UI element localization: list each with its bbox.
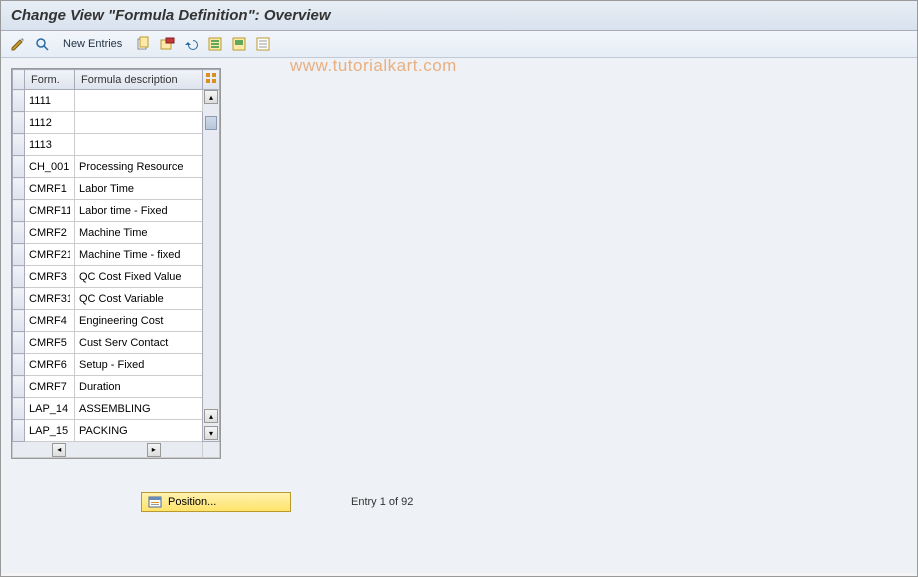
form-input[interactable] — [25, 288, 74, 309]
row-selector[interactable] — [13, 90, 25, 112]
form-input[interactable] — [25, 376, 74, 397]
table-row — [13, 178, 220, 200]
page-title: Change View "Formula Definition": Overvi… — [11, 7, 907, 24]
form-input[interactable] — [25, 178, 74, 199]
row-selector[interactable] — [13, 244, 25, 266]
row-selector[interactable] — [13, 332, 25, 354]
title-bar: Change View "Formula Definition": Overvi… — [1, 1, 917, 31]
table-settings-icon[interactable] — [203, 70, 220, 90]
row-selector[interactable] — [13, 200, 25, 222]
form-input[interactable] — [25, 398, 74, 419]
scroll-right-button[interactable]: ▸ — [147, 443, 161, 457]
position-button[interactable]: Position... — [141, 492, 291, 512]
table-row: ▴▴▾ — [13, 90, 220, 112]
table-row — [13, 200, 220, 222]
form-input[interactable] — [25, 156, 74, 177]
form-input[interactable] — [25, 310, 74, 331]
scroll-thumb[interactable] — [205, 116, 217, 130]
form-input[interactable] — [25, 200, 74, 221]
entry-counter: Entry 1 of 92 — [351, 496, 413, 508]
scroll-left-button[interactable]: ◂ — [52, 443, 66, 457]
scroll-down-button[interactable]: ▾ — [204, 426, 218, 440]
description-input[interactable] — [75, 134, 202, 155]
form-input[interactable] — [25, 112, 74, 133]
select-block-icon[interactable] — [230, 35, 248, 53]
row-selector[interactable] — [13, 178, 25, 200]
deselect-all-icon[interactable] — [254, 35, 272, 53]
row-selector[interactable] — [13, 222, 25, 244]
form-input[interactable] — [25, 90, 74, 111]
description-input[interactable] — [75, 266, 202, 287]
description-input[interactable] — [75, 244, 202, 265]
table-row — [13, 332, 220, 354]
vertical-scrollbar: ▴ ▴ ▾ — [203, 90, 220, 442]
table-row — [13, 244, 220, 266]
description-input[interactable] — [75, 178, 202, 199]
form-input[interactable] — [25, 134, 74, 155]
select-all-icon[interactable] — [206, 35, 224, 53]
details-icon[interactable] — [33, 35, 51, 53]
position-icon — [148, 495, 162, 509]
table-row — [13, 134, 220, 156]
horizontal-scrollbar: ◂ ▸ — [13, 442, 220, 458]
description-input[interactable] — [75, 222, 202, 243]
select-all-header[interactable] — [13, 70, 25, 90]
scroll-up-button[interactable]: ▴ — [204, 90, 218, 104]
description-input[interactable] — [75, 112, 202, 133]
formula-table: Form. Formula description ▴ ▴ ▾ ◂ ▸ — [12, 69, 220, 458]
description-input[interactable] — [75, 420, 202, 441]
table-row — [13, 420, 220, 442]
table-row — [13, 354, 220, 376]
table-row — [13, 266, 220, 288]
table-row — [13, 156, 220, 178]
form-input[interactable] — [25, 332, 74, 353]
form-input[interactable] — [25, 244, 74, 265]
new-entries-button[interactable]: New Entries — [57, 36, 128, 52]
row-selector[interactable] — [13, 376, 25, 398]
scroll-up2-button[interactable]: ▴ — [204, 409, 218, 423]
form-input[interactable] — [25, 420, 74, 441]
footer-row: Position... Entry 1 of 92 — [11, 492, 907, 512]
row-selector[interactable] — [13, 134, 25, 156]
form-input[interactable] — [25, 222, 74, 243]
table-row — [13, 376, 220, 398]
form-input[interactable] — [25, 354, 74, 375]
table-row — [13, 222, 220, 244]
row-selector[interactable] — [13, 398, 25, 420]
position-button-label: Position... — [168, 496, 216, 508]
copy-as-icon[interactable] — [134, 35, 152, 53]
undo-icon[interactable] — [182, 35, 200, 53]
description-input[interactable] — [75, 200, 202, 221]
delete-icon[interactable] — [158, 35, 176, 53]
table-row — [13, 310, 220, 332]
description-input[interactable] — [75, 310, 202, 331]
row-selector[interactable] — [13, 266, 25, 288]
formula-table-container: Form. Formula description ▴ ▴ ▾ ◂ ▸ — [11, 68, 221, 459]
column-header-form[interactable]: Form. — [25, 70, 75, 90]
row-selector[interactable] — [13, 310, 25, 332]
row-selector[interactable] — [13, 156, 25, 178]
toolbar: New Entries — [1, 31, 917, 58]
description-input[interactable] — [75, 288, 202, 309]
table-row — [13, 288, 220, 310]
row-selector[interactable] — [13, 420, 25, 442]
description-input[interactable] — [75, 398, 202, 419]
description-input[interactable] — [75, 332, 202, 353]
column-header-description[interactable]: Formula description — [75, 70, 203, 90]
form-input[interactable] — [25, 266, 74, 287]
description-input[interactable] — [75, 156, 202, 177]
table-row — [13, 398, 220, 420]
description-input[interactable] — [75, 90, 202, 111]
description-input[interactable] — [75, 376, 202, 397]
row-selector[interactable] — [13, 354, 25, 376]
row-selector[interactable] — [13, 288, 25, 310]
table-row — [13, 112, 220, 134]
row-selector[interactable] — [13, 112, 25, 134]
description-input[interactable] — [75, 354, 202, 375]
toggle-display-change-icon[interactable] — [9, 35, 27, 53]
content-area: Form. Formula description ▴ ▴ ▾ ◂ ▸ — [1, 58, 917, 573]
